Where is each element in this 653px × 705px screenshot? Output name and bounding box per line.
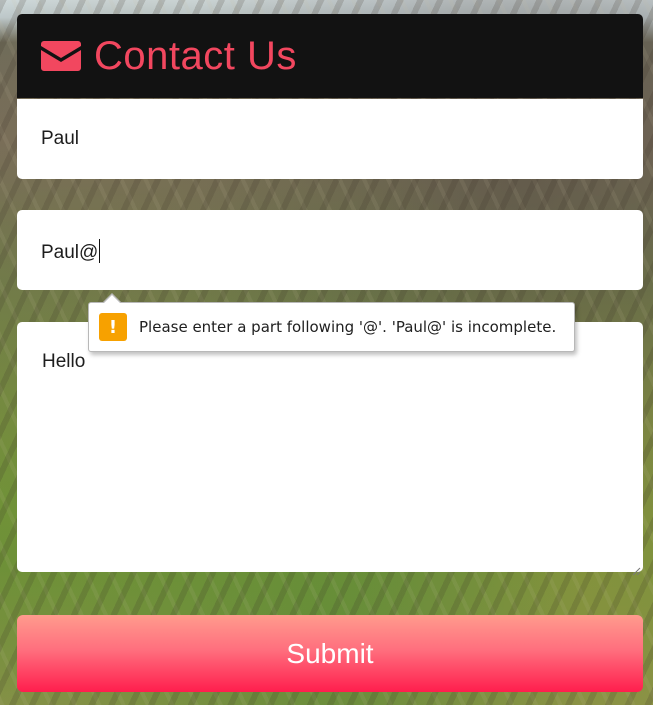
text-caret (99, 239, 101, 263)
name-field[interactable]: Paul (17, 99, 643, 179)
name-field-value: Paul (41, 128, 80, 149)
submit-button[interactable]: Submit (17, 615, 643, 692)
contact-header: Contact Us (17, 14, 643, 98)
validation-message: Please enter a part following '@'. 'Paul… (139, 318, 557, 336)
tooltip-arrow-fill (103, 295, 121, 304)
resize-handle-icon[interactable] (631, 560, 641, 576)
message-textarea-value: Hello (42, 351, 86, 372)
message-textarea[interactable]: Hello (17, 322, 643, 576)
page-title: Contact Us (94, 33, 297, 78)
email-field-value: Paul@ (41, 242, 99, 263)
warning-icon: ! (99, 313, 127, 341)
envelope-icon (41, 41, 81, 71)
validation-tooltip: ! Please enter a part following '@'. 'Pa… (88, 293, 575, 352)
email-field[interactable]: Paul@ (17, 210, 643, 290)
email-field-value-wrap: Paul@ (41, 239, 101, 264)
